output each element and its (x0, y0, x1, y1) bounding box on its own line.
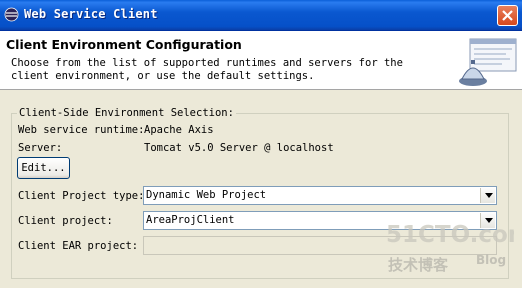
close-button[interactable] (497, 5, 518, 26)
edit-button[interactable]: Edit... (17, 157, 70, 179)
watermark-cn: 技术博客 (388, 256, 449, 274)
watermark-blog: Blog (476, 253, 506, 267)
client-project-type-value: Dynamic Web Project (146, 189, 267, 201)
page-description: Choose from the list of supported runtim… (11, 57, 403, 82)
runtime-value: Apache Axis (144, 124, 214, 136)
client-project-value: AreaProjClient (146, 214, 235, 226)
client-project-type-combo[interactable]: Dynamic Web Project (143, 186, 497, 205)
eclipse-app-icon (4, 7, 19, 22)
web-service-wizard-icon (459, 38, 517, 86)
server-label: Server: (18, 142, 63, 154)
runtime-label: Web service runtime: (18, 124, 145, 136)
close-icon (502, 10, 513, 21)
watermark-logo: 51CTO.com (386, 222, 514, 248)
server-value: Tomcat v5.0 Server @ localhost (144, 142, 334, 154)
group-label: Client-Side Environment Selection: (17, 107, 236, 119)
title-bar: Web Service Client (0, 0, 522, 31)
client-project-label: Client project: (18, 215, 113, 227)
window-title: Web Service Client (24, 7, 158, 21)
page-title: Client Environment Configuration (6, 37, 242, 52)
client-ear-project-label: Client EAR project: (18, 240, 139, 252)
chevron-down-icon[interactable] (480, 188, 495, 203)
client-project-type-label: Client Project type: (18, 190, 145, 202)
site-watermark: 51CTO.com 技术博客 Blog (386, 222, 514, 274)
header-banner: Client Environment Configuration Choose … (0, 31, 522, 90)
